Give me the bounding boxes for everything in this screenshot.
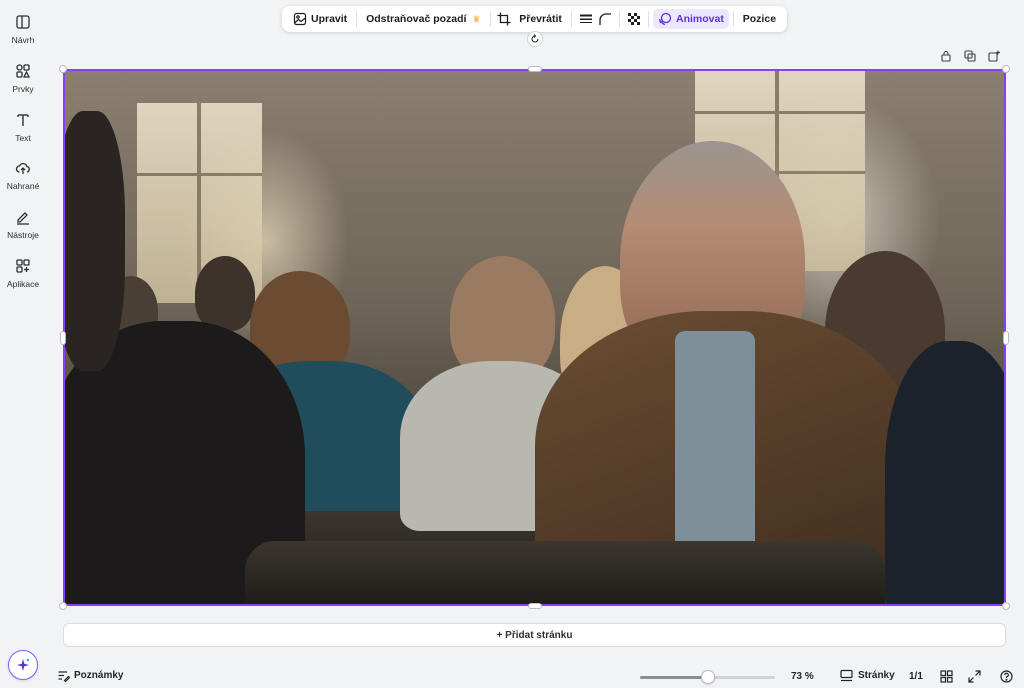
sparkle-icon bbox=[17, 658, 30, 671]
resize-handle-top-left[interactable] bbox=[59, 65, 67, 73]
foreground-figure bbox=[65, 111, 125, 371]
help-button[interactable] bbox=[1000, 670, 1013, 683]
transparency-button[interactable] bbox=[624, 9, 644, 29]
flip-label: Převrátit bbox=[519, 13, 562, 25]
sidebar-item-label: Nahrané bbox=[6, 181, 40, 191]
sidebar-item-tools[interactable]: Nástroje bbox=[0, 209, 46, 253]
animate-label: Animovat bbox=[676, 13, 724, 25]
notes-label: Poznámky bbox=[74, 670, 124, 681]
sidebar-item-label: Aplikace bbox=[6, 279, 40, 289]
animate-icon bbox=[659, 12, 672, 26]
upload-cloud-icon bbox=[15, 162, 30, 174]
transparency-checker-icon bbox=[628, 13, 641, 25]
corner-rounding-button[interactable] bbox=[596, 9, 616, 29]
border-style-button[interactable] bbox=[576, 9, 596, 29]
sidebar-item-label: Nástroje bbox=[7, 230, 39, 240]
magic-assistant-button[interactable] bbox=[8, 650, 38, 680]
edit-label: Upravit bbox=[311, 13, 348, 25]
sidebar-item-design[interactable]: Návrh bbox=[0, 14, 46, 58]
zoom-slider-thumb[interactable] bbox=[700, 670, 715, 684]
text-icon bbox=[17, 114, 29, 126]
toolbar-divider bbox=[732, 11, 734, 27]
page-actions bbox=[940, 50, 1000, 62]
notes-button[interactable]: Poznámky bbox=[57, 669, 123, 682]
duplicate-icon bbox=[964, 50, 976, 62]
resize-handle-top-right[interactable] bbox=[1002, 65, 1010, 73]
lock-icon bbox=[941, 50, 951, 62]
help-icon bbox=[1000, 670, 1013, 683]
premium-crown-icon: ♛ bbox=[472, 13, 481, 24]
add-page-icon bbox=[988, 50, 1000, 62]
fullscreen-button[interactable] bbox=[968, 670, 981, 683]
corner-radius-icon bbox=[599, 13, 612, 25]
sidebar-item-elements[interactable]: Prvky bbox=[0, 63, 46, 107]
toolbar-divider bbox=[356, 11, 358, 27]
zoom-slider-fill bbox=[640, 676, 708, 679]
sidebar-item-label: Text bbox=[15, 133, 31, 143]
border-lines-icon bbox=[579, 14, 592, 23]
edit-image-button[interactable]: Upravit bbox=[288, 9, 352, 29]
pages-icon bbox=[840, 669, 853, 682]
flip-button[interactable]: Převrátit bbox=[514, 9, 567, 29]
toolbar-divider bbox=[648, 11, 650, 27]
pages-label: Stránky bbox=[858, 670, 895, 681]
grid-view-icon bbox=[940, 670, 953, 683]
elements-icon bbox=[16, 64, 31, 78]
pages-button[interactable]: Stránky bbox=[840, 669, 895, 682]
add-page-icon-button[interactable] bbox=[988, 50, 1000, 62]
page-count: 1/1 bbox=[909, 671, 923, 682]
teacher-shirt bbox=[675, 331, 755, 571]
foreground-figure bbox=[885, 341, 1004, 604]
sidebar-item-apps[interactable]: Aplikace bbox=[0, 258, 46, 302]
toolbar-divider bbox=[619, 11, 621, 27]
resize-handle-bottom-right[interactable] bbox=[1002, 602, 1010, 610]
crop-icon bbox=[497, 12, 511, 26]
rotate-icon bbox=[531, 34, 539, 43]
background-remover-button[interactable]: Odstraňovač pozadí ♛ bbox=[361, 9, 485, 29]
lock-page-button[interactable] bbox=[940, 50, 952, 62]
position-button[interactable]: Pozice bbox=[738, 9, 781, 29]
resize-handle-left[interactable] bbox=[60, 331, 66, 345]
crop-button[interactable] bbox=[494, 9, 514, 29]
pen-tool-icon bbox=[17, 212, 29, 225]
resize-handle-top[interactable] bbox=[528, 66, 542, 72]
bg-remover-label: Odstraňovač pozadí bbox=[366, 13, 467, 25]
rotate-handle[interactable] bbox=[527, 31, 543, 47]
apps-grid-icon bbox=[16, 259, 30, 273]
selected-photo[interactable] bbox=[63, 69, 1006, 606]
context-toolbar: Upravit Odstraňovač pozadí ♛ Převrátit A… bbox=[282, 6, 787, 32]
sidebar-item-label: Prvky bbox=[12, 84, 34, 94]
toolbar-divider bbox=[570, 11, 572, 27]
sidebar-item-label: Návrh bbox=[11, 35, 35, 45]
classroom-photo bbox=[65, 71, 1004, 604]
resize-handle-right[interactable] bbox=[1003, 331, 1009, 345]
grid-view-button[interactable] bbox=[940, 670, 953, 683]
duplicate-page-button[interactable] bbox=[964, 50, 976, 62]
toolbar-divider bbox=[489, 11, 491, 27]
layout-icon bbox=[16, 15, 30, 29]
resize-handle-bottom[interactable] bbox=[528, 603, 542, 609]
resize-handle-bottom-left[interactable] bbox=[59, 602, 67, 610]
table bbox=[245, 541, 885, 604]
animate-button[interactable]: Animovat bbox=[653, 9, 729, 29]
student-figure bbox=[195, 256, 255, 331]
sidebar-item-text[interactable]: Text bbox=[0, 112, 46, 156]
expand-icon bbox=[968, 670, 981, 683]
notes-icon bbox=[58, 671, 70, 682]
sidebar: Návrh Prvky Text Nahrané Nástroje Aplika… bbox=[0, 0, 46, 688]
zoom-level[interactable]: 73 % bbox=[791, 671, 814, 682]
sidebar-item-uploads[interactable]: Nahrané bbox=[0, 160, 46, 204]
add-page-button[interactable]: + Přidat stránku bbox=[63, 623, 1006, 647]
position-label: Pozice bbox=[742, 13, 777, 25]
image-edit-icon bbox=[293, 12, 307, 26]
